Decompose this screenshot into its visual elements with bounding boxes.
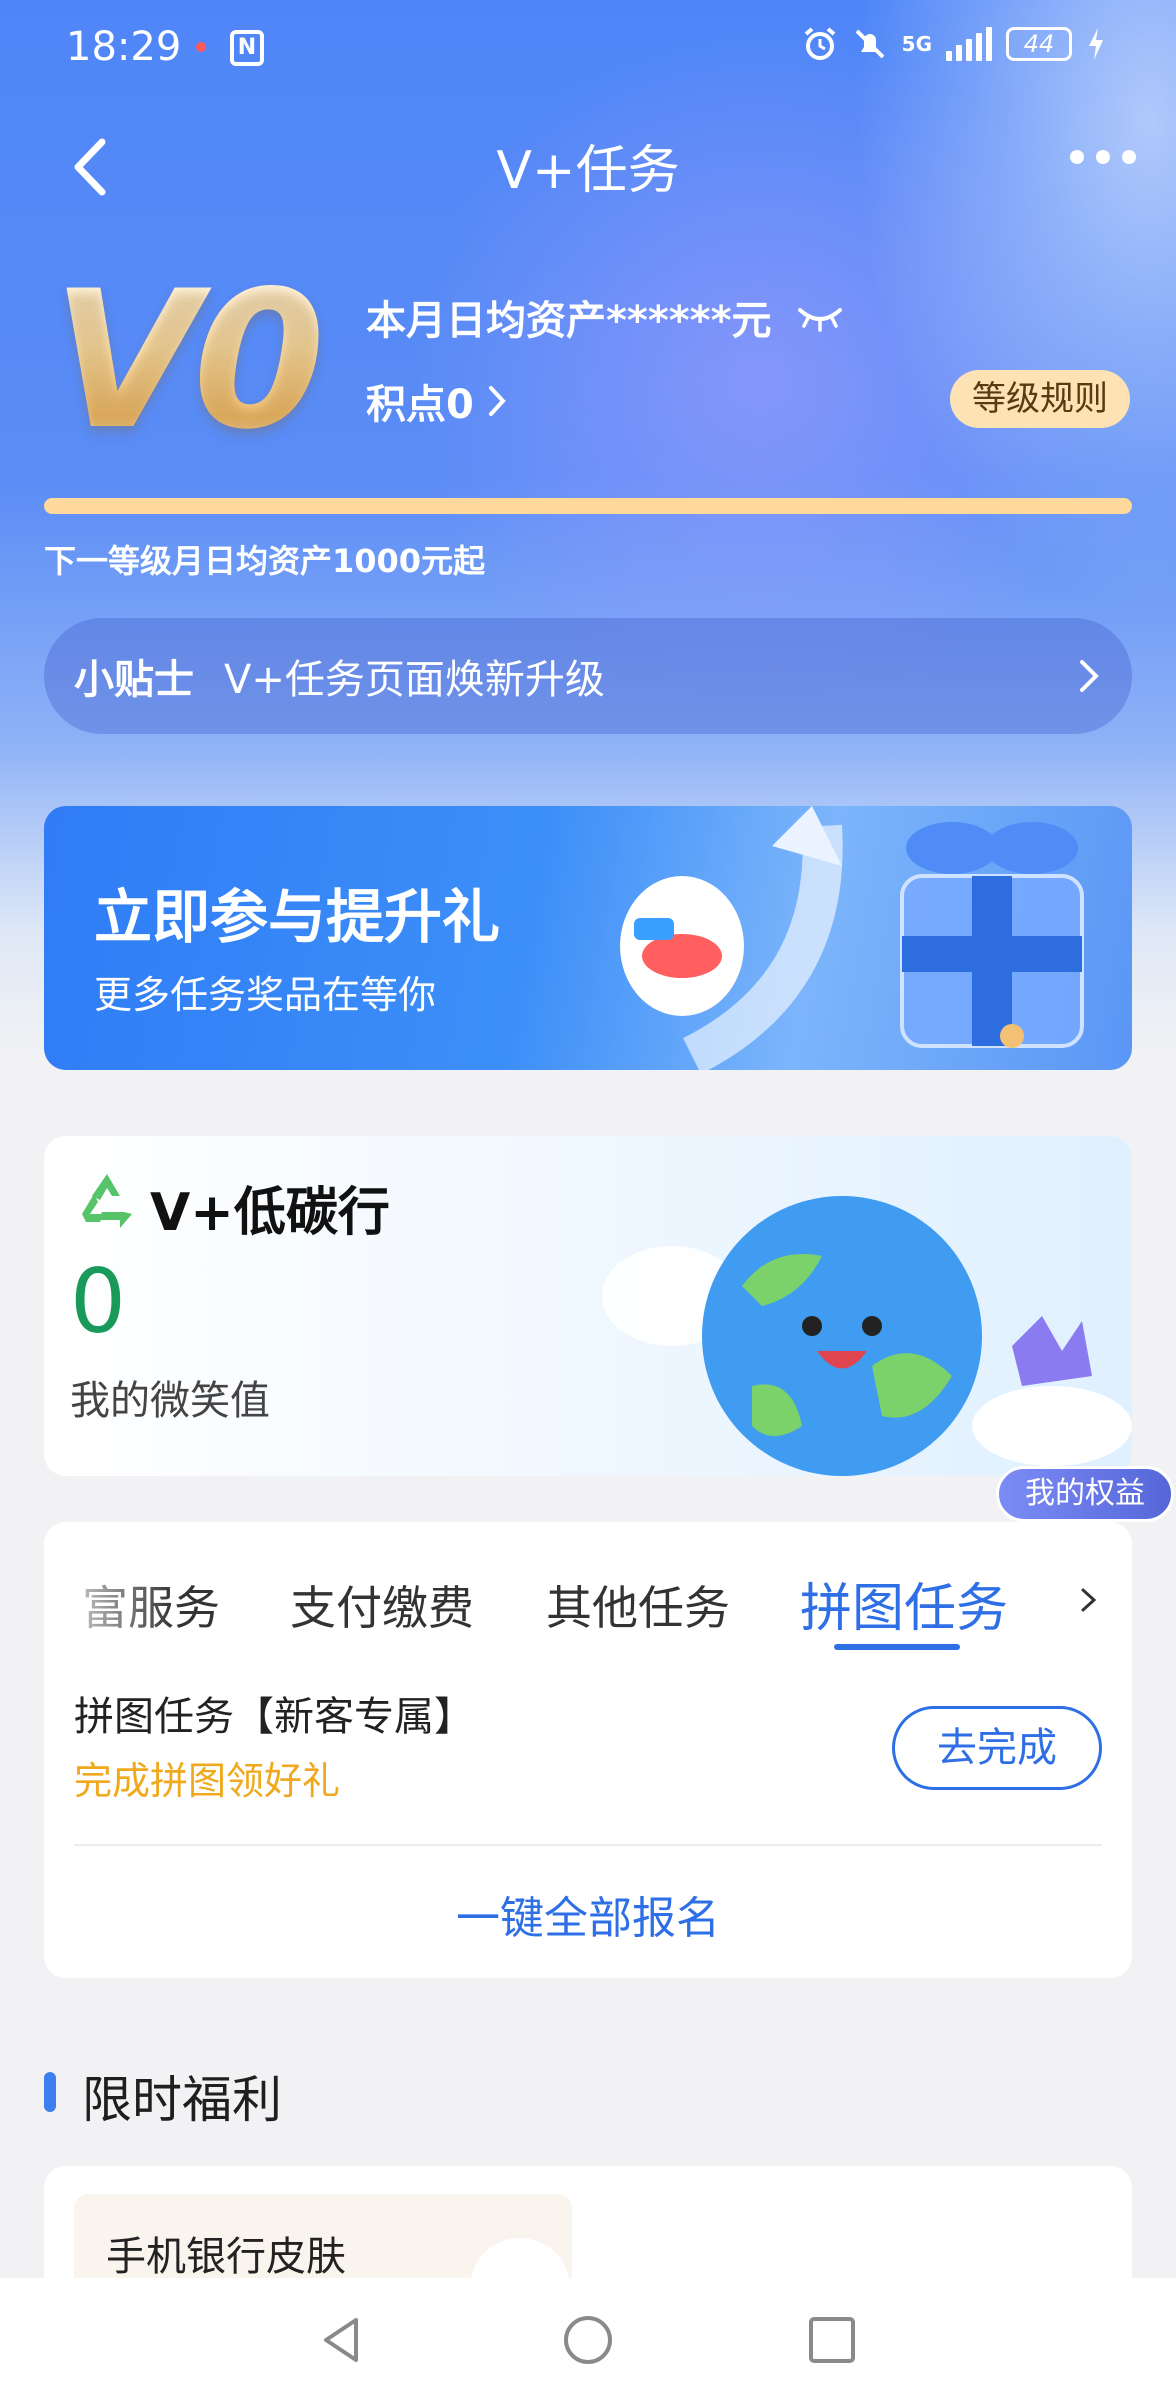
notification-dot-icon (196, 42, 206, 52)
network-type: 5G (901, 32, 932, 56)
tab-other-tasks[interactable]: 其他任务 (546, 1572, 730, 1638)
page-title: V+任务 (496, 141, 680, 201)
complete-task-button[interactable]: 去完成 (892, 1706, 1102, 1790)
banner-subtitle: 更多任务奖品在等你 (94, 973, 437, 1017)
tip-title: 小贴士 (74, 657, 194, 703)
signal-icon (946, 27, 992, 61)
nfc-icon: N (230, 30, 264, 66)
divider (74, 1844, 1102, 1846)
chevron-right-icon (1080, 660, 1099, 692)
points-link[interactable]: 积点0 (366, 372, 508, 430)
status-bar: 18:29 N 5G 44 (0, 0, 1176, 100)
earth-illustration (602, 1196, 1132, 1476)
more-dots-icon[interactable] (1070, 150, 1136, 164)
section-accent-bar (44, 2072, 56, 2112)
banner-title: 立即参与提升礼 (94, 883, 501, 951)
recents-square-icon[interactable] (806, 2314, 858, 2366)
tip-text: V+任务页面焕新升级 (224, 657, 605, 703)
system-nav-bar (0, 2278, 1176, 2400)
welfare-card: 手机银行皮肤 (44, 2166, 1132, 2286)
level-rule-button[interactable]: 等级规则 (950, 370, 1130, 428)
low-carbon-title: V+低碳行 (150, 1183, 390, 1243)
mute-bell-icon (855, 29, 885, 59)
alarm-icon (804, 27, 835, 60)
recycle-icon (82, 1174, 132, 1228)
welfare-item-label: 手机银行皮肤 (106, 2234, 346, 2280)
points-text: 积点0 (366, 382, 474, 428)
smile-value: 0 (70, 1250, 126, 1353)
home-circle-icon[interactable] (562, 2314, 614, 2366)
task-card: 富服务 支付缴费 其他任务 拼图任务 拼图任务【新客专属】 完成拼图领好礼 去完… (44, 1522, 1132, 1978)
next-level-text: 下一等级月日均资产1000元起 (44, 542, 486, 580)
charging-icon (1089, 28, 1103, 60)
enroll-all-button[interactable]: 一键全部报名 (44, 1882, 1132, 1946)
task-tabs: 富服务 支付缴费 其他任务 拼图任务 (44, 1522, 1132, 1658)
smile-value-label: 我的微笑值 (70, 1378, 270, 1424)
promo-banner[interactable]: 立即参与提升礼 更多任务奖品在等你 (44, 806, 1132, 1070)
task-item-desc: 完成拼图领好礼 (74, 1759, 341, 1803)
status-time: 18:29 (66, 24, 182, 70)
tab-fade-overlay (44, 1562, 174, 1642)
task-item-name: 拼图任务【新客专属】 (74, 1694, 474, 1740)
level-badge: V0 (52, 250, 325, 471)
battery-icon: 44 (1006, 27, 1072, 61)
chevron-right-icon (488, 386, 506, 416)
back-triangle-icon[interactable] (316, 2314, 368, 2366)
status-icons: 5G 44 (802, 26, 1106, 62)
welfare-item[interactable]: 手机银行皮肤 (74, 2194, 572, 2286)
tab-puzzle-tasks[interactable]: 拼图任务 (800, 1566, 1008, 1641)
tab-payment[interactable]: 支付缴费 (290, 1572, 474, 1638)
eye-closed-icon[interactable] (796, 302, 844, 332)
my-rights-badge[interactable]: 我的权益 (996, 1466, 1174, 1522)
chevron-right-icon[interactable] (1074, 1580, 1104, 1620)
limited-welfare-title: 限时福利 (82, 2071, 282, 2129)
level-progress-bar (44, 498, 1132, 514)
monthly-asset-text: 本月日均资产******元 (366, 298, 772, 344)
active-tab-indicator (834, 1644, 960, 1650)
tip-bar[interactable]: 小贴士 V+任务页面焕新升级 (44, 618, 1132, 734)
monthly-asset: 本月日均资产******元 (366, 288, 844, 346)
banner-illustration (620, 806, 1084, 1070)
low-carbon-card[interactable]: V+低碳行 0 我的微笑值 (44, 1136, 1132, 1476)
